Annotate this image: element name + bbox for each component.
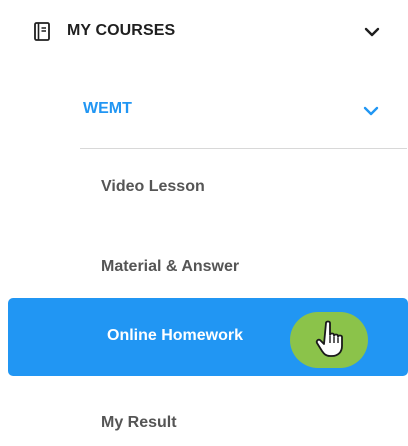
chevron-down-icon[interactable]: [363, 103, 379, 119]
sidebar-menu: MY COURSES WEMT Video Lesson Material & …: [0, 0, 408, 434]
menu-item-label: Video Lesson: [101, 178, 205, 195]
menu-item-label: My Result: [101, 414, 177, 431]
course-item-wemt[interactable]: WEMT: [0, 88, 408, 132]
menu-item-label: Material & Answer: [101, 258, 240, 275]
menu-item-my-result[interactable]: My Result: [0, 402, 408, 446]
menu-item-material-answer[interactable]: Material & Answer: [0, 246, 408, 290]
course-label: WEMT: [83, 100, 132, 117]
menu-item-video-lesson[interactable]: Video Lesson: [0, 166, 408, 210]
divider: [80, 148, 407, 149]
my-courses-label: MY COURSES: [67, 22, 176, 39]
my-courses-header[interactable]: MY COURSES: [0, 10, 408, 54]
hand-pointer-icon: [314, 319, 348, 359]
notebook-icon: [34, 22, 50, 41]
menu-item-label: Online Homework: [107, 327, 244, 344]
chevron-down-icon[interactable]: [364, 24, 380, 40]
